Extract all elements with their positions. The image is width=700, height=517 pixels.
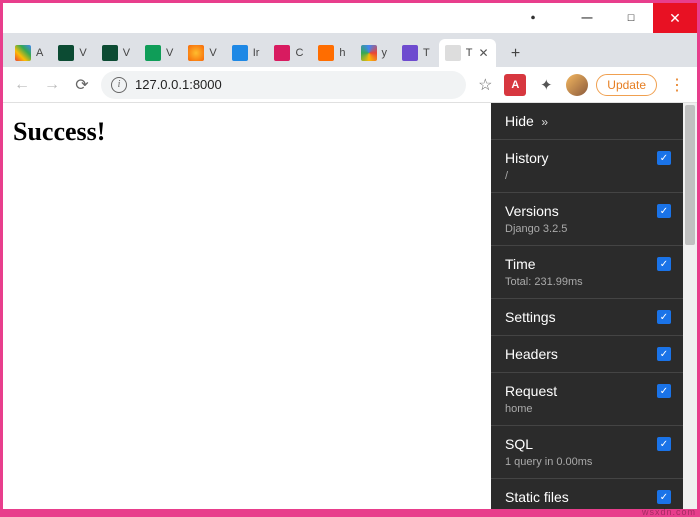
omnibox[interactable]: i 127.0.0.1:8000 — [101, 71, 466, 99]
favicon — [361, 45, 377, 61]
panel-checkbox[interactable]: ✓ — [657, 310, 671, 324]
address-bar: ← → ⟳ i 127.0.0.1:8000 ☆ A ✦ Update ⋮ — [3, 67, 697, 103]
page-body: Success! — [3, 103, 491, 509]
panel-checkbox[interactable]: ✓ — [657, 204, 671, 218]
tab-close-icon[interactable]: ✕ — [478, 47, 490, 59]
tab-label: V — [123, 47, 130, 59]
tab-label: V — [209, 47, 216, 59]
forward-button[interactable]: → — [41, 74, 63, 96]
panel-title: Versions — [505, 203, 559, 219]
favicon — [15, 45, 31, 61]
watermark: wsxdn.com — [642, 507, 696, 517]
panel-subtitle: Total: 231.99ms — [505, 276, 671, 288]
tab[interactable]: V — [52, 39, 92, 67]
panel-title: SQL — [505, 436, 533, 452]
bookmark-star-icon[interactable]: ☆ — [474, 74, 496, 96]
panel-checkbox[interactable]: ✓ — [657, 347, 671, 361]
extensions-icon[interactable]: ✦ — [534, 73, 558, 97]
panel-title: Request — [505, 383, 557, 399]
panel-checkbox[interactable]: ✓ — [657, 257, 671, 271]
tab[interactable]: V — [139, 39, 179, 67]
panel-subtitle: Django 3.2.5 — [505, 223, 671, 235]
toolbar-panel-settings[interactable]: Settings ✓ — [491, 298, 683, 335]
favicon — [318, 45, 334, 61]
toolbar-panel-history[interactable]: History ✓ / — [491, 139, 683, 192]
tab-label: V — [166, 47, 173, 59]
vertical-scrollbar[interactable] — [683, 103, 697, 509]
panel-subtitle: 1 query in 0.00ms — [505, 456, 671, 468]
favicon — [145, 45, 161, 61]
django-debug-toolbar: Hide » History ✓ / Versions ✓ Django 3.2.5 Tim… — [491, 103, 683, 509]
toolbar-hide[interactable]: Hide » — [491, 103, 683, 139]
maximize-button[interactable]: ☐ — [609, 3, 653, 33]
tab-label: C — [295, 47, 303, 59]
tab-label: T — [423, 47, 430, 59]
toolbar-panel-sql[interactable]: SQL ✓ 1 query in 0.00ms — [491, 425, 683, 478]
toolbar-panel-request[interactable]: Request ✓ home — [491, 372, 683, 425]
tab-label: A — [36, 47, 43, 59]
panel-subtitle: / — [505, 170, 671, 182]
adobe-extension-icon[interactable]: A — [504, 74, 526, 96]
panel-title: Time — [505, 256, 536, 272]
favicon — [58, 45, 74, 61]
favicon — [232, 45, 248, 61]
toolbar-panel-static-files[interactable]: Static files ✓ — [491, 478, 683, 509]
new-tab-button[interactable]: + — [503, 41, 529, 67]
tab-label: Ir — [253, 47, 260, 59]
url-text: 127.0.0.1:8000 — [135, 77, 222, 92]
tab[interactable]: y — [355, 39, 394, 67]
favicon — [445, 45, 461, 61]
tab-label: y — [382, 47, 388, 59]
toolbar-panel-time[interactable]: Time ✓ Total: 231.99ms — [491, 245, 683, 298]
tab[interactable]: V — [96, 39, 136, 67]
update-button[interactable]: Update — [596, 74, 657, 96]
favicon — [102, 45, 118, 61]
reload-button[interactable]: ⟳ — [71, 74, 93, 96]
scrollbar-thumb[interactable] — [685, 105, 695, 245]
panel-title: Static files — [505, 489, 569, 505]
site-info-icon[interactable]: i — [111, 77, 127, 93]
panel-checkbox[interactable]: ✓ — [657, 437, 671, 451]
tab[interactable]: C — [268, 39, 309, 67]
page-heading: Success! — [13, 117, 481, 147]
tab[interactable]: T — [396, 39, 436, 67]
panel-title: Headers — [505, 346, 558, 362]
window-titlebar: ⏺ — ☐ ✕ — [3, 3, 697, 33]
tab-active[interactable]: T ✕ — [439, 39, 496, 67]
panel-checkbox[interactable]: ✓ — [657, 151, 671, 165]
hide-arrow-icon: » — [541, 115, 548, 129]
tab-label: T — [466, 47, 473, 59]
tab[interactable]: A — [9, 39, 49, 67]
tab-label: V — [79, 47, 86, 59]
tab[interactable]: Ir — [226, 39, 266, 67]
chrome-menu-icon[interactable]: ⋮ — [665, 75, 689, 95]
profile-avatar[interactable] — [566, 74, 588, 96]
toolbar-panel-headers[interactable]: Headers ✓ — [491, 335, 683, 372]
panel-checkbox[interactable]: ✓ — [657, 384, 671, 398]
panel-title: History — [505, 150, 549, 166]
favicon — [188, 45, 204, 61]
close-button[interactable]: ✕ — [653, 3, 697, 33]
favicon — [402, 45, 418, 61]
panel-subtitle: home — [505, 403, 671, 415]
back-button[interactable]: ← — [11, 74, 33, 96]
toolbar-panel-versions[interactable]: Versions ✓ Django 3.2.5 — [491, 192, 683, 245]
tab-strip: A V V V V Ir Ch y T T ✕ + — [3, 33, 697, 67]
record-icon: ⏺ — [531, 13, 535, 23]
hide-label: Hide — [505, 113, 534, 129]
panel-checkbox[interactable]: ✓ — [657, 490, 671, 504]
minimize-button[interactable]: — — [565, 3, 609, 33]
panel-title: Settings — [505, 309, 556, 325]
content-area: Success! Hide » History ✓ / Versions ✓ Django… — [3, 103, 697, 509]
tab-label: h — [339, 47, 345, 59]
favicon — [274, 45, 290, 61]
tab[interactable]: V — [182, 39, 222, 67]
tab[interactable]: h — [312, 39, 351, 67]
